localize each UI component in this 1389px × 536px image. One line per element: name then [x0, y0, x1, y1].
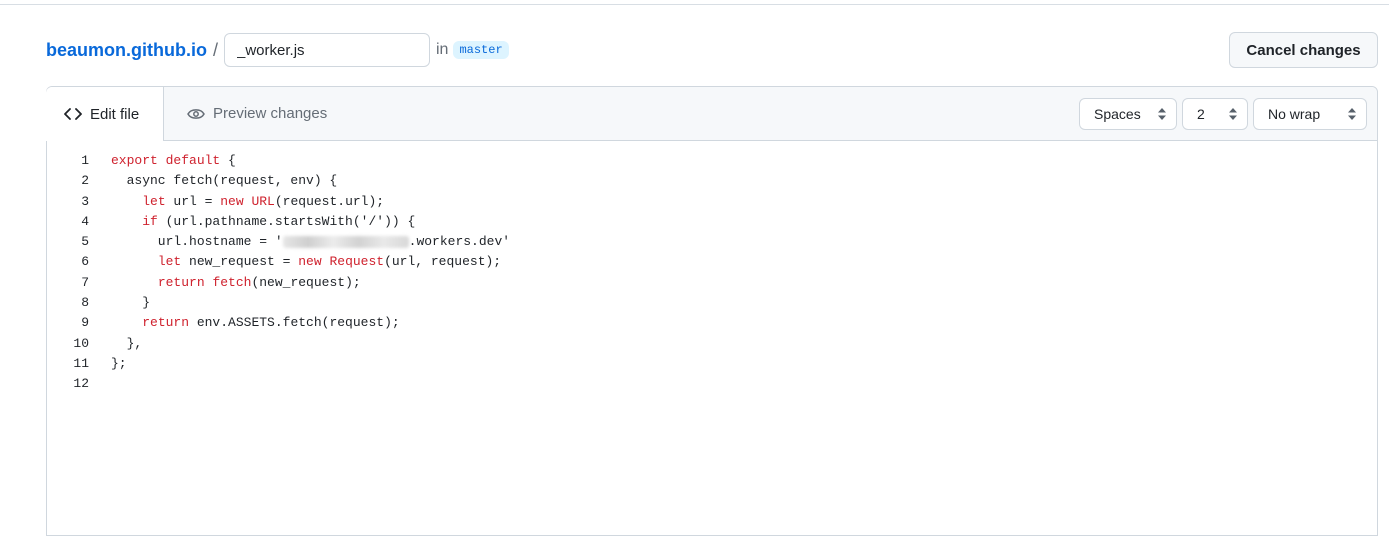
in-label: in	[436, 41, 449, 58]
line-content: export default {	[111, 151, 236, 171]
code-line[interactable]: 4 if (url.pathname.startsWith('/')) {	[47, 212, 1377, 232]
code-keyword: if	[142, 213, 158, 229]
select-arrows-icon	[1347, 107, 1357, 124]
line-number: 9	[81, 315, 89, 331]
code-text: url =	[165, 193, 221, 209]
select-arrows-icon	[1157, 107, 1167, 124]
indent-size-value: 2	[1197, 106, 1205, 122]
branch-badge[interactable]: master	[453, 41, 509, 59]
code-text: {	[220, 153, 236, 168]
code-text: (request.url);	[274, 193, 385, 209]
code-keyword: fetch	[212, 274, 252, 290]
file-path-header: beaumon.github.io / in master	[46, 32, 509, 68]
code-text: };	[111, 355, 127, 371]
line-number: 3	[81, 193, 89, 209]
code-keyword: let	[142, 193, 166, 209]
tab-preview-changes-label: Preview changes	[213, 105, 328, 122]
cancel-changes-button[interactable]: Cancel changes	[1229, 32, 1378, 68]
code-editor[interactable]: 1 export default {2 async fetch(request, …	[47, 151, 1377, 395]
code-text: },	[111, 335, 143, 351]
code-icon	[64, 107, 82, 121]
line-content: url.hostname = ' .workers.dev'	[111, 232, 510, 252]
code-keyword: return	[157, 274, 205, 290]
code-line[interactable]: 1 export default {	[47, 151, 1377, 171]
code-line[interactable]: 12	[47, 374, 1377, 394]
code-text: async fetch(request, env) {	[111, 173, 338, 189]
code-line[interactable]: 6 let new_request = new Request(url, req…	[47, 252, 1377, 272]
line-number: 4	[81, 213, 89, 229]
line-content: async fetch(request, env) {	[111, 171, 338, 191]
tab-edit-file[interactable]: Edit file	[46, 87, 164, 141]
code-line[interactable]: 9 return env.ASSETS.fetch(request);	[47, 313, 1377, 333]
code-line[interactable]: 8 }	[47, 293, 1377, 313]
code-text: url.hostname = '	[111, 234, 283, 250]
code-keyword: URL	[251, 193, 275, 209]
line-content: return env.ASSETS.fetch(request);	[111, 313, 400, 333]
code-line[interactable]: 7 return fetch(new_request);	[47, 273, 1377, 293]
file-editor: Edit file Preview changes Spaces 2 No wr…	[46, 86, 1378, 536]
redacted-text	[282, 235, 409, 248]
indent-mode-value: Spaces	[1094, 106, 1141, 122]
wrap-mode-select[interactable]: No wrap	[1253, 98, 1367, 130]
line-number: 1	[81, 153, 89, 168]
code-text: }	[111, 295, 151, 311]
code-text: (new_request);	[251, 274, 361, 290]
line-number: 5	[81, 234, 89, 250]
tab-preview-changes[interactable]: Preview changes	[187, 87, 327, 140]
filename-input[interactable]	[224, 33, 430, 67]
indent-mode-select[interactable]: Spaces	[1079, 98, 1177, 130]
line-number: 6	[81, 254, 89, 270]
line-number: 12	[73, 376, 89, 392]
code-text: (url.pathname.startsWith('/')) {	[157, 213, 416, 229]
code-text: (url, request);	[384, 254, 502, 270]
code-line[interactable]: 10 },	[47, 334, 1377, 354]
line-number: 7	[81, 274, 89, 290]
select-arrows-icon	[1228, 107, 1238, 124]
code-keyword: return	[142, 315, 190, 331]
line-number: 8	[81, 295, 89, 311]
line-number: 2	[81, 173, 89, 189]
line-number: 10	[73, 335, 89, 351]
line-content: if (url.pathname.startsWith('/')) {	[111, 212, 415, 232]
eye-icon	[187, 107, 205, 121]
line-content: };	[111, 354, 127, 374]
line-content: let new_request = new Request(url, reque…	[111, 252, 501, 272]
line-content: return fetch(new_request);	[111, 273, 361, 293]
code-text: env.ASSETS.fetch(request);	[189, 315, 400, 331]
line-content: },	[111, 334, 143, 354]
repo-link[interactable]: beaumon.github.io	[46, 40, 207, 61]
path-separator: /	[212, 39, 218, 60]
top-divider	[0, 4, 1389, 5]
code-keyword: new	[298, 254, 322, 270]
line-content: }	[111, 293, 150, 313]
code-keyword: export default	[111, 153, 221, 168]
code-keyword: new	[220, 193, 244, 209]
indent-size-select[interactable]: 2	[1182, 98, 1248, 130]
wrap-mode-value: No wrap	[1268, 106, 1321, 122]
code-line[interactable]: 2 async fetch(request, env) {	[47, 171, 1377, 191]
code-line[interactable]: 11};	[47, 354, 1377, 374]
code-line[interactable]: 5 url.hostname = ' .workers.dev'	[47, 232, 1377, 252]
code-keyword: Request	[329, 254, 385, 270]
editor-tabbar: Edit file Preview changes Spaces 2 No wr…	[46, 87, 1377, 141]
code-keyword: let	[157, 254, 182, 270]
code-text: new_request =	[181, 254, 299, 270]
line-number: 11	[73, 355, 89, 371]
code-line[interactable]: 3 let url = new URL(request.url);	[47, 192, 1377, 212]
line-content: let url = new URL(request.url);	[111, 192, 384, 212]
tab-edit-file-label: Edit file	[90, 105, 140, 123]
code-text: .workers.dev'	[408, 234, 511, 250]
